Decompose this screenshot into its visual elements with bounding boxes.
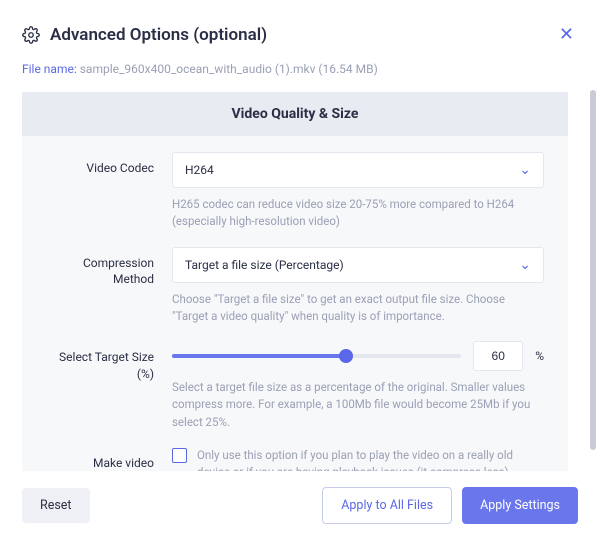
modal-header: Advanced Options (optional) ✕	[22, 22, 578, 48]
video-codec-value: H264	[185, 163, 214, 177]
video-codec-label: Video Codec	[46, 152, 154, 231]
quality-card: Video Quality & Size Video Codec H264 ⌄ …	[22, 92, 568, 471]
compatibility-checkbox[interactable]	[172, 448, 187, 463]
chevron-down-icon: ⌄	[519, 257, 531, 273]
compression-method-label: Compression Method	[46, 247, 154, 326]
file-name-label: File name:	[22, 62, 80, 76]
slider-thumb[interactable]	[339, 349, 353, 363]
advanced-options-modal: Advanced Options (optional) ✕ File name:…	[0, 0, 600, 542]
video-codec-help: H265 codec can reduce video size 20-75% …	[172, 196, 544, 231]
reset-button[interactable]: Reset	[22, 488, 90, 523]
target-size-help: Select a target file size as a percentag…	[172, 379, 544, 431]
card-heading: Video Quality & Size	[22, 92, 568, 136]
file-name-line: File name: sample_960x400_ocean_with_aud…	[22, 62, 578, 76]
target-size-input[interactable]	[473, 341, 523, 371]
chevron-down-icon: ⌄	[519, 162, 531, 178]
compatibility-label: Make video compatible with old devices?	[46, 447, 154, 471]
apply-settings-button[interactable]: Apply Settings	[462, 487, 578, 524]
target-size-label: Select Target Size (%)	[46, 341, 154, 431]
close-button[interactable]: ✕	[555, 22, 578, 48]
modal-title: Advanced Options (optional)	[50, 25, 267, 45]
compatibility-help: Only use this option if you plan to play…	[197, 447, 544, 471]
target-size-slider[interactable]	[172, 354, 461, 358]
compression-method-help: Choose "Target a file size" to get an ex…	[172, 291, 544, 326]
compression-method-select[interactable]: Target a file size (Percentage) ⌄	[172, 247, 544, 283]
modal-footer: Reset Apply to All Files Apply Settings	[22, 471, 578, 524]
percent-sign: %	[535, 349, 544, 363]
apply-all-button[interactable]: Apply to All Files	[322, 487, 452, 524]
video-codec-select[interactable]: H264 ⌄	[172, 152, 544, 188]
file-name-value: sample_960x400_ocean_with_audio (1).mkv …	[80, 62, 378, 76]
scrollbar[interactable]	[590, 90, 596, 450]
gear-icon	[22, 26, 40, 44]
compression-method-value: Target a file size (Percentage)	[185, 258, 344, 272]
